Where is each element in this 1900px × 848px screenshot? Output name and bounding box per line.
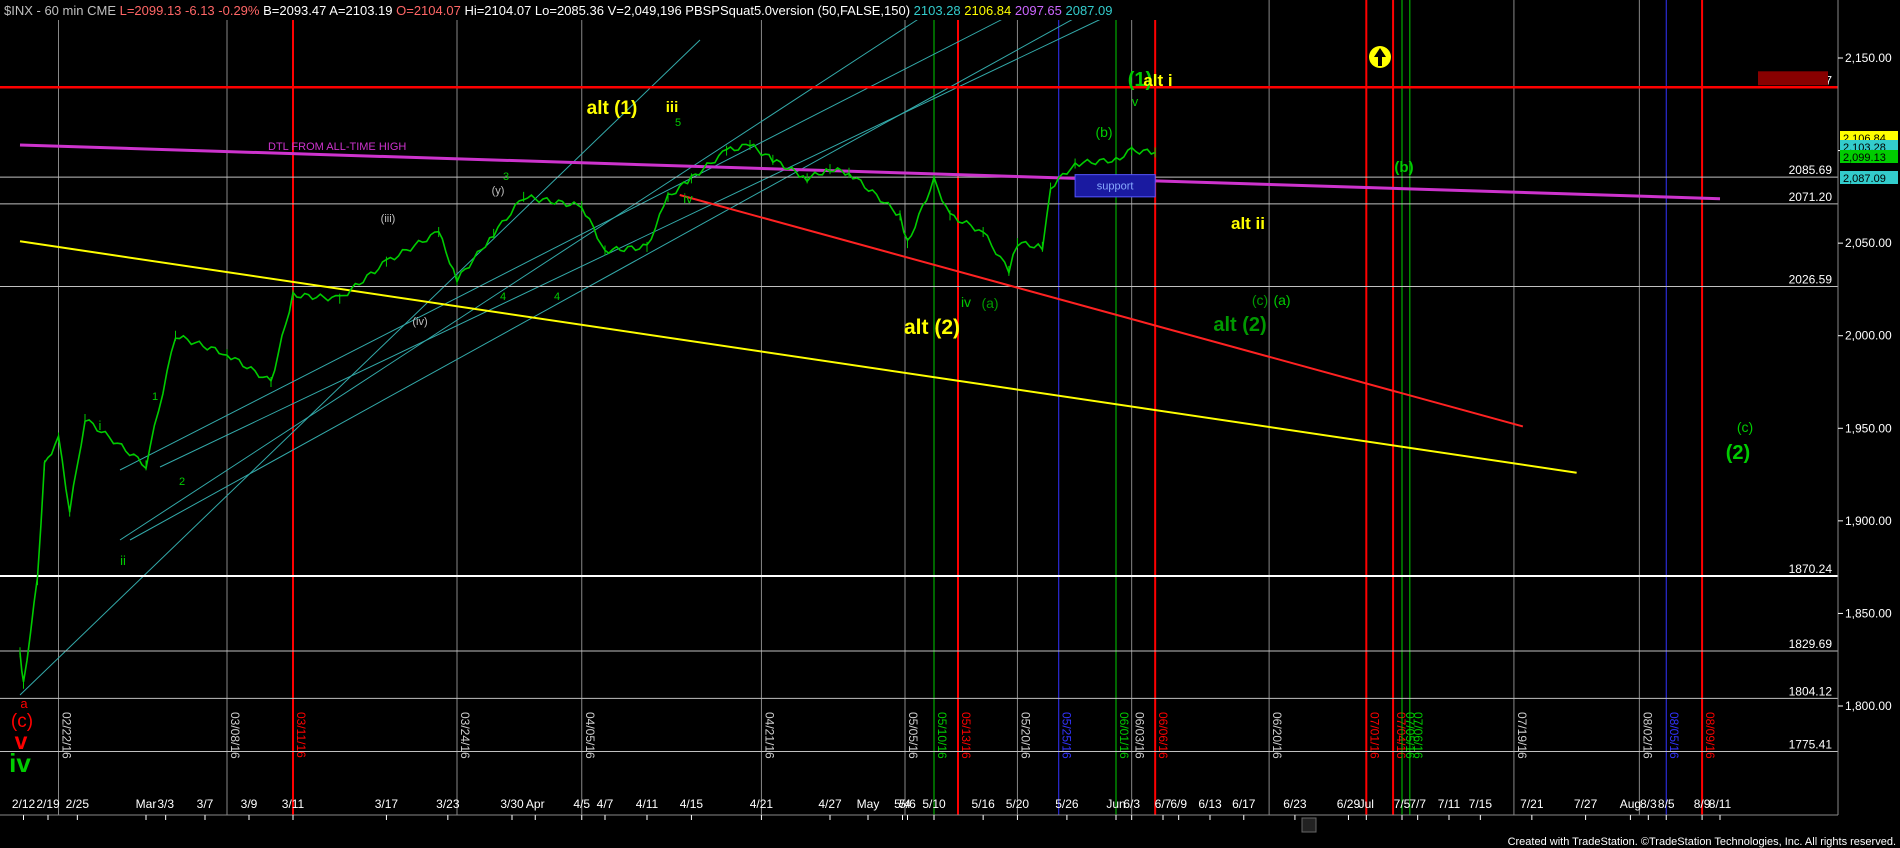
x-tick-label: 5/16 xyxy=(971,797,995,811)
x-tick-label: 3/11 xyxy=(282,797,305,811)
wave-label: (a) xyxy=(1273,292,1290,308)
x-tick-label: 3/3 xyxy=(157,797,174,811)
header-quote: $INX - 60 min CME L=2099.13 -6.13 -0.29%… xyxy=(4,3,1112,18)
wave-label: 5 xyxy=(675,117,681,129)
y-tick-label: 2,150.00 xyxy=(1845,51,1892,65)
x-tick-label: 6/29 xyxy=(1337,797,1361,811)
level-label: 2071.20 xyxy=(1789,190,1833,204)
wave-label: v xyxy=(1132,94,1139,109)
wave-label: alt i xyxy=(1143,71,1172,90)
wave-label: iv xyxy=(961,294,971,310)
y-tick-label: 1,900.00 xyxy=(1845,514,1892,528)
wave-label: (c) xyxy=(1252,292,1268,308)
level-label: 1829.69 xyxy=(1789,637,1833,651)
wave-label: alt (2) xyxy=(1213,314,1266,336)
x-tick-label: 7/5 xyxy=(1394,797,1411,811)
y-tick-label: 1,950.00 xyxy=(1845,421,1892,435)
x-tick-label: 3/9 xyxy=(241,797,258,811)
wave-label: iii xyxy=(666,99,679,116)
x-tick-label: 7/7 xyxy=(1409,797,1426,811)
x-tick-label: 8/11 xyxy=(1709,797,1732,811)
level-label: 1775.41 xyxy=(1789,738,1833,752)
wave-label: alt (1) xyxy=(587,98,638,119)
y-tick-label: 2,050.00 xyxy=(1845,236,1892,250)
level-label: 1804.12 xyxy=(1789,684,1833,698)
x-tick-label: Jul xyxy=(1359,797,1374,811)
x-tick-label: 7/21 xyxy=(1520,797,1544,811)
x-tick-label: 7/27 xyxy=(1574,797,1598,811)
wave-label: a xyxy=(20,696,28,711)
wave-label: 2 xyxy=(179,476,185,488)
wave-label: 4 xyxy=(500,291,506,303)
x-tick-label: 8/5 xyxy=(1658,797,1675,811)
wave-label: (b) xyxy=(1394,159,1413,176)
x-tick-label: 6/7 xyxy=(1155,797,1172,811)
price-badge-text: 2,087.09 xyxy=(1843,173,1886,185)
x-tick-label: 4/11 xyxy=(636,797,659,811)
x-tick-label: Aug xyxy=(1620,797,1641,811)
x-tick-label: 2/19 xyxy=(36,797,60,811)
wave-label: (a) xyxy=(981,295,998,311)
x-tick-label: 4/27 xyxy=(818,797,842,811)
y-tick-label: 1,850.00 xyxy=(1845,606,1892,620)
x-tick-label: 6/13 xyxy=(1198,797,1222,811)
wave-label: (iii) xyxy=(381,213,396,225)
x-tick-label: 7/15 xyxy=(1469,797,1493,811)
x-tick-label: 3/23 xyxy=(436,797,460,811)
y-tick-label: 2,000.00 xyxy=(1845,329,1892,343)
x-tick-label: 8/3 xyxy=(1640,797,1657,811)
footer-credit: Created with TradeStation. ©TradeStation… xyxy=(1508,836,1896,848)
support-zone: support xyxy=(1074,174,1156,198)
x-tick-label: Mar xyxy=(136,797,157,811)
wave-label: (y) xyxy=(492,185,505,197)
wave-label: ii xyxy=(120,553,126,568)
x-tick-label: May xyxy=(857,797,880,811)
level-label: 2085.69 xyxy=(1789,163,1833,177)
x-tick-label: 6/9 xyxy=(1170,797,1187,811)
x-tick-label: 6/3 xyxy=(1123,797,1140,811)
x-tick-label: 6/23 xyxy=(1283,797,1307,811)
price-badge-text: 2,099.13 xyxy=(1843,152,1886,164)
x-tick-label: 7/11 xyxy=(1438,797,1461,811)
wave-label: iv xyxy=(9,748,31,778)
x-tick-label: 3/17 xyxy=(375,797,399,811)
x-tick-label: 4/5 xyxy=(573,797,590,811)
x-tick-label: 4/15 xyxy=(680,797,704,811)
scroll-handle[interactable] xyxy=(1301,817,1317,833)
chart-background xyxy=(0,0,1900,848)
x-tick-label: Apr xyxy=(526,797,545,811)
x-tick-label: 5/20 xyxy=(1006,797,1030,811)
support-label: support xyxy=(1097,181,1134,193)
x-tick-label: 2/25 xyxy=(66,797,90,811)
level-label: 1870.24 xyxy=(1789,562,1833,576)
x-tick-label: 4/21 xyxy=(750,797,774,811)
x-tick-label: 3/30 xyxy=(500,797,524,811)
x-tick-label: 5/26 xyxy=(1055,797,1079,811)
wave-label: alt (2) xyxy=(904,316,960,339)
wave-label: 4 xyxy=(554,291,560,303)
level-label: 2026.59 xyxy=(1789,272,1833,286)
wave-label: (2) xyxy=(1726,442,1750,464)
x-tick-label: 2/12 xyxy=(12,797,36,811)
x-tick-label: 3/7 xyxy=(197,797,214,811)
trendline-label: DTL FROM ALL-TIME HIGH xyxy=(268,141,406,153)
wave-label: 1 xyxy=(152,391,158,403)
y-tick-label: 1,800.00 xyxy=(1845,699,1892,713)
level-badge xyxy=(1758,71,1828,86)
wave-label: iv xyxy=(683,191,693,206)
wave-label: (c) xyxy=(1737,419,1753,435)
x-tick-label: 6/17 xyxy=(1232,797,1256,811)
x-tick-label: 5/6 xyxy=(899,797,916,811)
price-chart: 02/22/16 03/08/16 03/11/16 03/24/16 04/05/16… xyxy=(0,0,1900,848)
x-tick-label: 4/7 xyxy=(597,797,614,811)
wave-label: i xyxy=(99,418,102,433)
chart-header: $INX - 60 min CME L=2099.13 -6.13 -0.29%… xyxy=(0,0,1170,20)
wave-label: 3 xyxy=(503,171,509,183)
wave-label: (iv) xyxy=(412,316,427,328)
x-tick-label: 5/10 xyxy=(922,797,946,811)
wave-label: alt ii xyxy=(1231,214,1265,233)
wave-label: (b) xyxy=(1095,124,1112,140)
